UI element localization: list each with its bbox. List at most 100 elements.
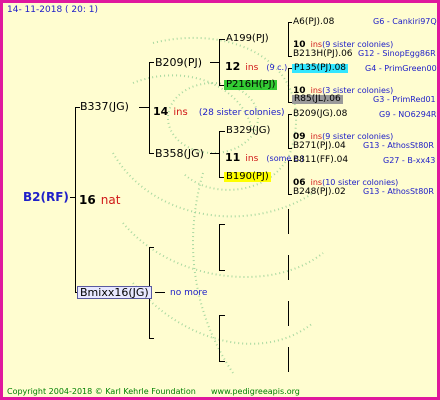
gen4-queen-3[interactable]: P135(PJ).08 <box>292 64 349 73</box>
bee-watermark <box>112 36 324 374</box>
gen4-queen-6[interactable]: B271(PJ).04 <box>293 142 346 151</box>
gen3-fmm-queen[interactable]: B190(PJ) <box>224 172 271 182</box>
father-sister-note: (28 sister colonies) <box>198 108 285 118</box>
gen4-bracket-1-bottom <box>288 56 292 57</box>
gen4-origin-7: G27 - B-xx43 <box>383 156 436 165</box>
gen4-queen-2[interactable]: B213H(PJ).06 <box>293 50 353 59</box>
gen2-ff-info: 12 ins (9 c.) <box>225 57 287 73</box>
gen4-note-3: (9 sister colonies) <box>322 132 394 141</box>
gen4-empty-2 <box>288 255 289 280</box>
gen3-fff-queen[interactable]: A199(PJ) <box>226 34 269 44</box>
gen3-empty-tick-2a <box>219 315 225 316</box>
gen2-ff-branch <box>149 62 154 63</box>
gen4-gen-6: G13 <box>363 141 380 150</box>
root-race: nat <box>100 193 121 207</box>
gen4-sister-4: 06 ins(10 sister colonies) <box>293 172 398 188</box>
gen2-ff-note: (9 c.) <box>266 63 288 72</box>
gen4-name-6: AthosSt80R <box>387 141 434 150</box>
gen3-empty-vertical-1 <box>219 224 220 271</box>
gen4-queen-4[interactable]: R85(JL).06 <box>292 95 343 104</box>
father-info: 14 ins (28 sister colonies) <box>153 102 285 118</box>
gen4-origin-5: G9 - NO6294R <box>379 110 437 119</box>
gen4-ins-3: ins <box>310 132 323 141</box>
gen4-origin-8: G13 - AthosSt80R <box>363 187 434 196</box>
gen4-name-8: AthosSt80R <box>387 187 434 196</box>
fm-connector <box>210 153 219 154</box>
gen4-name-7: B-xx43 <box>407 156 436 165</box>
gen4-gen-5: G9 <box>379 110 391 119</box>
gen4-origin-4: G3 - PrimRed01 <box>373 95 436 104</box>
gen3-fmf-queen[interactable]: B329(JG) <box>226 126 270 136</box>
gen4-name-1: Cankiri97Q <box>392 17 437 26</box>
gen2-fm-queen[interactable]: B358(JG) <box>155 148 204 159</box>
gen4-queen-1[interactable]: A6(PJ).08 <box>293 18 334 27</box>
gen4-note-1: (9 sister colonies) <box>322 40 394 49</box>
gen4-name-2: SinopEgg86R <box>382 49 436 58</box>
ff-connector <box>210 62 219 63</box>
root-queen[interactable]: B2(RF) <box>23 191 69 203</box>
gen4-bracket-2 <box>288 68 289 103</box>
gen4-empty-4 <box>288 347 289 372</box>
gen4-empty-3 <box>288 301 289 326</box>
gen4-note-4: (10 sister colonies) <box>322 178 399 187</box>
father-generation: 14 <box>153 105 169 118</box>
gen4-origin-3: G4 - PrimGreen00 <box>365 64 437 73</box>
gen2-ff-ins: ins <box>245 63 259 73</box>
gen3-empty-vertical-2 <box>219 315 220 362</box>
gen3-fmf-branch <box>219 131 225 132</box>
gen4-gen-3: G4 <box>365 64 377 73</box>
gen4-gen-1: G6 <box>373 17 385 26</box>
gen3-ffm-queen[interactable]: P216H(PJ) <box>224 80 278 90</box>
gen4-gen-4: G3 <box>373 95 385 104</box>
root-info: 16 nat <box>79 191 120 207</box>
report-date: 14- 11-2018 ( 20: 1) <box>7 5 98 15</box>
gen2-empty-top <box>149 247 154 248</box>
mother-queen[interactable]: Bmixx16(JG) <box>77 286 152 299</box>
gen4-bracket-4-bottom <box>288 194 292 195</box>
gen4-name-5: NO6294R <box>398 110 437 119</box>
gen4-origin-2: G12 - SinopEgg86R <box>358 49 436 58</box>
gen4-gen-8: G13 <box>363 187 380 196</box>
pedigree-frame: 14- 11-2018 ( 20: 1) B2(RF) 16 nat B337(… <box>0 0 440 400</box>
footer-copyright: Copyright 2004-2018 © Karl Kehrle Founda… <box>7 387 196 396</box>
gen4-ins-1: ins <box>310 40 323 49</box>
gen3-mid-vertical <box>219 131 220 178</box>
mother-connector <box>155 292 165 293</box>
gen4-ins-4: ins <box>310 178 323 187</box>
father-ins: ins <box>173 107 188 118</box>
gen4-bracket-3 <box>288 114 289 149</box>
gen3-top-vertical <box>219 39 220 86</box>
gen4-queen-5[interactable]: B209(JG).08 <box>293 110 347 119</box>
gen4-origin-6: G13 - AthosSt80R <box>363 141 434 150</box>
gen3-fff-branch <box>219 39 225 40</box>
gen2-empty-bottom <box>149 338 154 339</box>
gen4-name-4: PrimRed01 <box>392 95 436 104</box>
gen4-gen-2: G12 <box>358 49 375 58</box>
gen4-bracket-1 <box>288 22 289 57</box>
mother-note: no more <box>170 288 208 298</box>
footer-url[interactable]: www.pedigreeapis.org <box>211 388 300 396</box>
gen2-fm-ins: ins <box>245 154 259 164</box>
gen4-bracket-4 <box>288 160 289 195</box>
root-generation: 16 <box>79 193 96 207</box>
gen4-gen-7: G27 <box>383 156 400 165</box>
gen4-sister-1: 10 ins(9 sister colonies) <box>293 34 393 50</box>
gen4-name-3: PrimGreen00 <box>384 64 437 73</box>
gen3-empty-tick-2b <box>219 361 225 362</box>
root-id: B2(RF) <box>23 190 69 204</box>
gen2-fm-generation: 11 <box>225 151 241 164</box>
gen4-bracket-1-top <box>288 22 292 23</box>
gen2-ff-queen[interactable]: B209(PJ) <box>155 57 202 68</box>
gen4-empty-1 <box>288 209 289 234</box>
gen2-vertical <box>149 62 150 154</box>
gen4-bracket-3-top <box>288 114 292 115</box>
father-queen[interactable]: B337(JG) <box>80 101 129 112</box>
gen3-empty-tick-1a <box>219 224 225 225</box>
gen4-queen-7[interactable]: B811(FF).04 <box>293 156 348 165</box>
gen4-queen-8[interactable]: B248(PJ).02 <box>293 188 346 197</box>
gen4-sister-3: 09 ins(9 sister colonies) <box>293 126 393 142</box>
father-connector <box>139 107 149 108</box>
gen2-fm-branch <box>149 153 154 154</box>
gen4-origin-1: G6 - Cankiri97Q <box>373 17 437 26</box>
gen1-vertical <box>75 107 76 293</box>
